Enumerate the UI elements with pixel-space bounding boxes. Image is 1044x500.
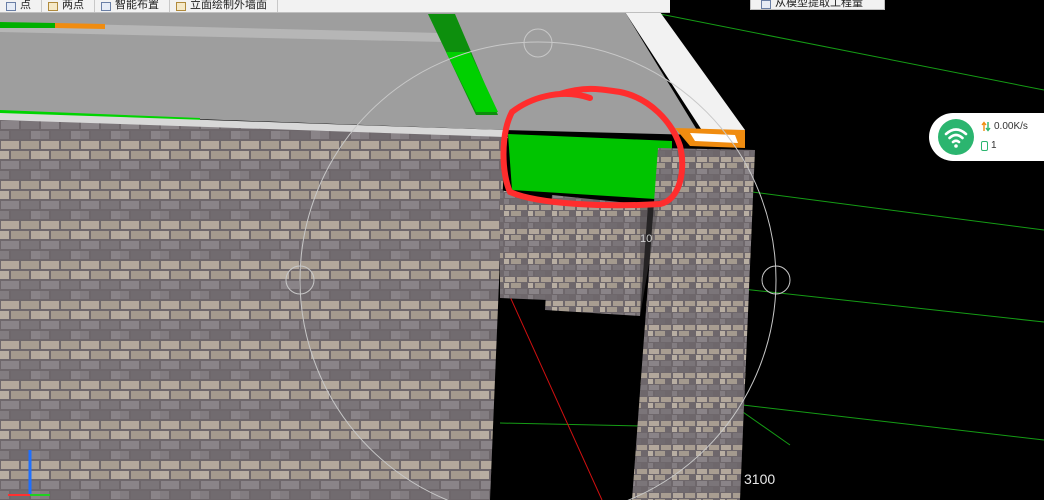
- extract-quantity-button[interactable]: 从模型提取工程量: [750, 0, 885, 10]
- selected-beam[interactable]: [508, 134, 672, 200]
- red-axis-line: [506, 289, 603, 500]
- up-down-arrows-icon: [981, 121, 991, 132]
- dimension-label: 3100: [744, 471, 776, 487]
- brick-wall-mid: [500, 190, 552, 300]
- elevation-wall-icon: [176, 1, 186, 11]
- toolbar-point-label: 点: [20, 0, 31, 11]
- smart-layout-icon: [101, 1, 111, 11]
- wifi-icon: [944, 128, 968, 148]
- top-toolbar: 点 两点 智能布置 立面绘制外墙面: [0, 0, 670, 13]
- network-device-count: 1: [981, 140, 997, 151]
- toolbar-elevation-wall-label: 立面绘制外墙面: [190, 0, 267, 11]
- slab-strip-orange: [55, 23, 105, 29]
- brick-wall-main: [0, 120, 505, 500]
- point-icon: [6, 1, 16, 11]
- model-scene[interactable]: [0, 0, 1044, 500]
- network-monitor-widget[interactable]: 0.00K/s 1: [929, 113, 1044, 161]
- extract-icon: [761, 0, 771, 9]
- toolbar-point-button[interactable]: 点: [0, 0, 42, 12]
- dimension-label-partial: 10: [640, 233, 653, 245]
- network-speed-value: 0.00K/s: [994, 121, 1028, 132]
- wifi-badge: [938, 119, 974, 155]
- toolbar-smart-layout-button[interactable]: 智能布置: [95, 0, 170, 12]
- slab-strip-green: [0, 22, 55, 28]
- toolbar-two-point-button[interactable]: 两点: [42, 0, 95, 12]
- network-count-value: 1: [991, 140, 997, 151]
- extract-quantity-label: 从模型提取工程量: [775, 0, 863, 9]
- toolbar-two-point-label: 两点: [62, 0, 84, 11]
- brick-pier-right: [632, 148, 755, 500]
- network-speed: 0.00K/s: [981, 121, 1028, 132]
- brick-pier-center: [545, 195, 648, 316]
- two-point-icon: [48, 1, 58, 11]
- 3d-viewport[interactable]: 10 3100: [0, 0, 1044, 500]
- toolbar-elevation-wall-button[interactable]: 立面绘制外墙面: [170, 0, 278, 12]
- toolbar-smart-layout-label: 智能布置: [115, 0, 159, 11]
- phone-icon: [981, 140, 988, 151]
